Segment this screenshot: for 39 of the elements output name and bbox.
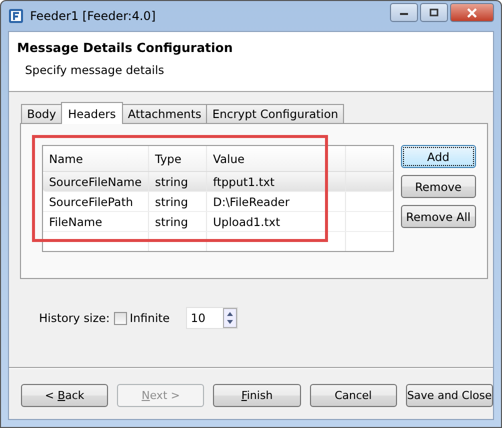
maximize-icon bbox=[428, 8, 440, 18]
table-row[interactable]: FileName string Upload1.txt bbox=[43, 212, 393, 232]
tab[interactable]: Headers bbox=[61, 102, 123, 124]
tab[interactable]: Body bbox=[21, 104, 62, 123]
infinite-checkbox[interactable] bbox=[114, 312, 127, 324]
column-header[interactable]: Type bbox=[149, 146, 207, 171]
app-logo-icon bbox=[8, 8, 24, 24]
table-action-button[interactable]: Add bbox=[401, 145, 476, 168]
history-size-spinner[interactable]: 10 bbox=[186, 307, 238, 329]
tab[interactable]: Encrypt Configuration bbox=[206, 104, 344, 123]
table-cell: string bbox=[149, 172, 207, 191]
close-icon bbox=[465, 8, 479, 18]
table-cell: Upload1.txt bbox=[207, 212, 346, 231]
maximize-button[interactable] bbox=[420, 3, 448, 22]
wizard-button[interactable]: Finish bbox=[213, 384, 301, 407]
infinite-label: Infinite bbox=[130, 311, 170, 325]
column-header[interactable]: Value bbox=[207, 146, 346, 171]
window-title: Feeder1 [Feeder:4.0] bbox=[30, 9, 157, 23]
table-cell: string bbox=[149, 192, 207, 211]
table-cell: FileName bbox=[43, 212, 149, 231]
tab[interactable]: Attachments bbox=[122, 104, 208, 123]
wizard-button[interactable]: < Back bbox=[21, 384, 108, 407]
table-action-button[interactable]: Remove bbox=[401, 175, 476, 198]
table-cell: SourceFileName bbox=[43, 172, 149, 191]
page-subtitle: Specify message details bbox=[25, 63, 166, 77]
table-row[interactable]: SourceFilePath string D:\FileReader bbox=[43, 192, 393, 212]
table-cell: D:\FileReader bbox=[207, 192, 346, 211]
column-header[interactable]: Name bbox=[43, 146, 149, 171]
minimize-button[interactable] bbox=[390, 3, 418, 22]
wizard-button[interactable]: Save and Close bbox=[406, 384, 494, 407]
close-button[interactable] bbox=[450, 3, 494, 22]
table-cell: string bbox=[149, 212, 207, 231]
table-action-button[interactable]: Remove All bbox=[401, 205, 476, 228]
history-label: History size: bbox=[39, 311, 110, 325]
page-title: Message Details Configuration bbox=[17, 40, 234, 55]
table-cell: ftpput1.txt bbox=[207, 172, 346, 191]
table-cell: SourceFilePath bbox=[43, 192, 149, 211]
table-row[interactable]: SourceFileName string ftpput1.txt bbox=[43, 172, 393, 192]
wizard-button[interactable]: Cancel bbox=[310, 384, 397, 407]
